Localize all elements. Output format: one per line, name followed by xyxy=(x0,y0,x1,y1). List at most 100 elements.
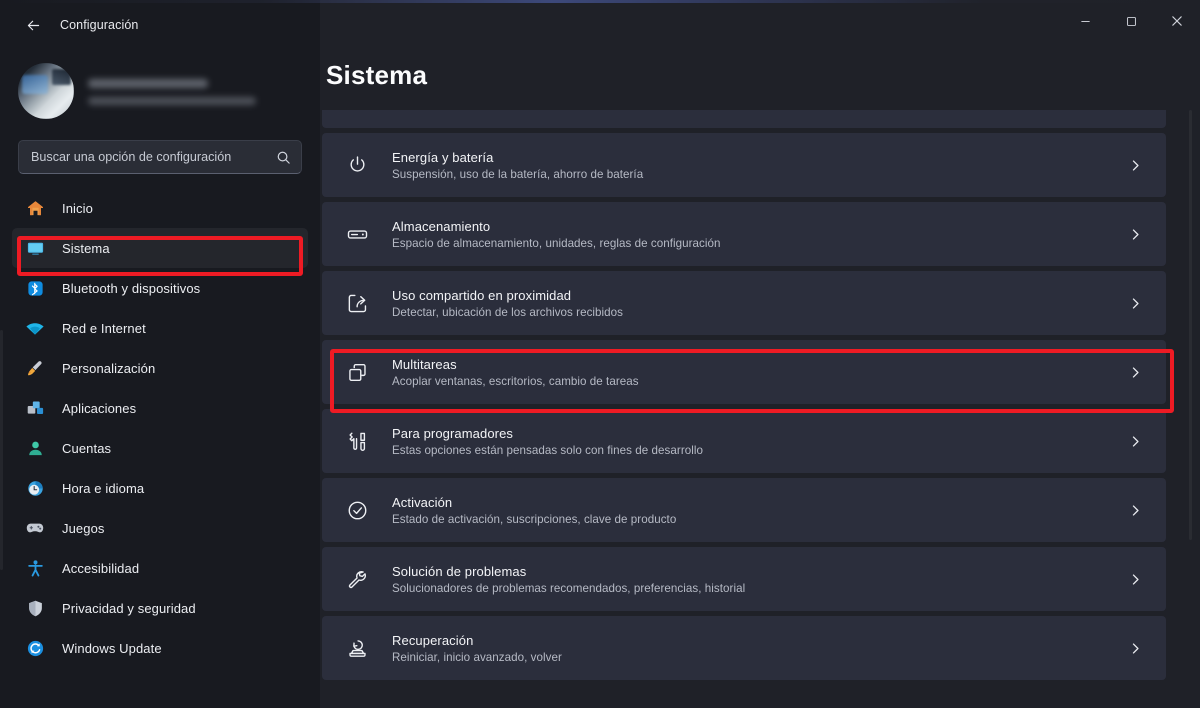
sidebar-item-bluetooth[interactable]: Bluetooth y dispositivos xyxy=(12,268,308,308)
system-icon xyxy=(24,237,46,259)
row-subtitle: Estado de activación, suscripciones, cla… xyxy=(392,512,677,526)
sidebar-item-label: Accesibilidad xyxy=(62,560,140,576)
settings-window: Inicio Sistema xyxy=(0,0,1200,708)
row-title: Uso compartido en proximidad xyxy=(392,287,572,303)
row-subtitle: Reiniciar, inicio avanzado, volver xyxy=(392,650,562,664)
chevron-right-icon xyxy=(1129,504,1148,517)
sidebar-item-label: Personalización xyxy=(62,360,156,376)
search-input[interactable] xyxy=(31,150,276,164)
avatar xyxy=(18,63,74,119)
row-almacenamiento[interactable]: Almacenamiento Espacio de almacenamiento… xyxy=(322,202,1166,266)
sidebar-item-cuentas[interactable]: Cuentas xyxy=(12,428,308,468)
wifi-icon xyxy=(24,317,46,339)
chevron-right-icon xyxy=(1129,159,1148,172)
chevron-right-icon xyxy=(1129,642,1148,655)
minimize-button[interactable] xyxy=(1062,0,1108,46)
sidebar-item-label: Bluetooth y dispositivos xyxy=(62,280,201,296)
chevron-right-icon xyxy=(1129,435,1148,448)
recovery-icon xyxy=(344,635,370,661)
sidebar-item-label: Juegos xyxy=(62,520,105,536)
row-title: Recuperación xyxy=(392,632,474,648)
chevron-right-icon xyxy=(1129,573,1148,586)
row-subtitle: Suspensión, uso de la batería, ahorro de… xyxy=(392,167,644,181)
chevron-right-icon xyxy=(1129,297,1148,310)
apps-icon xyxy=(24,397,46,419)
chevron-right-icon xyxy=(1129,228,1148,241)
partial-row-above[interactable] xyxy=(322,110,1166,128)
row-subtitle: Espacio de almacenamiento, unidades, reg… xyxy=(392,236,721,250)
sidebar-item-label: Inicio xyxy=(62,200,93,216)
storage-icon xyxy=(344,221,370,247)
shield-icon xyxy=(24,597,46,619)
bluetooth-icon xyxy=(24,277,46,299)
sidebar-item-privacidad[interactable]: Privacidad y seguridad xyxy=(12,588,308,628)
row-recuperacion[interactable]: Recuperación Reiniciar, inicio avanzado,… xyxy=(322,616,1166,680)
row-energia-y-bateria[interactable]: Energía y batería Suspensión, uso de la … xyxy=(322,133,1166,197)
minimize-icon xyxy=(1080,14,1091,32)
row-subtitle: Solucionadores de problemas recomendados… xyxy=(392,581,746,595)
multitasking-icon xyxy=(344,359,370,385)
page-title: Sistema xyxy=(326,60,428,90)
main-content: Sistema Energía y batería Suspensión, us… xyxy=(320,0,1200,708)
account-email-redacted xyxy=(88,97,256,105)
window-body: Inicio Sistema xyxy=(0,0,1200,708)
sidebar-item-label: Red e Internet xyxy=(62,320,146,336)
sidebar-item-red-internet[interactable]: Red e Internet xyxy=(12,308,308,348)
row-title: Multitareas xyxy=(392,356,457,372)
sidebar-item-accesibilidad[interactable]: Accesibilidad xyxy=(12,548,308,588)
row-subtitle: Acoplar ventanas, escritorios, cambio de… xyxy=(392,374,639,388)
sidebar-item-inicio[interactable]: Inicio xyxy=(12,188,308,228)
sidebar-nav: Inicio Sistema Bluetooth y dispositivos … xyxy=(0,188,320,668)
maximize-icon xyxy=(1126,14,1137,32)
window-controls xyxy=(1062,0,1200,46)
sidebar: Inicio Sistema xyxy=(0,0,320,708)
row-text: Uso compartido en proximidad Detectar, u… xyxy=(392,288,1129,319)
settings-list: Energía y batería Suspensión, uso de la … xyxy=(320,110,1190,680)
row-title: Para programadores xyxy=(392,425,514,441)
row-solucion-de-problemas[interactable]: Solución de problemas Solucionadores de … xyxy=(322,547,1166,611)
account-icon xyxy=(24,437,46,459)
row-title: Almacenamiento xyxy=(392,218,491,234)
row-uso-compartido-proximidad[interactable]: Uso compartido en proximidad Detectar, u… xyxy=(322,271,1166,335)
sidebar-item-label: Cuentas xyxy=(62,440,112,456)
back-arrow-icon xyxy=(25,17,42,34)
close-icon xyxy=(1171,14,1183,32)
developer-tools-icon xyxy=(344,428,370,454)
search-icon xyxy=(276,150,291,165)
sidebar-item-label: Privacidad y seguridad xyxy=(62,600,196,616)
sidebar-item-sistema[interactable]: Sistema xyxy=(12,228,308,268)
update-icon xyxy=(24,637,46,659)
sidebar-item-juegos[interactable]: Juegos xyxy=(12,508,308,548)
back-button[interactable] xyxy=(16,9,50,41)
chevron-right-icon xyxy=(1129,366,1148,379)
row-text: Almacenamiento Espacio de almacenamiento… xyxy=(392,219,1129,250)
maximize-button[interactable] xyxy=(1108,0,1154,46)
row-activacion[interactable]: Activación Estado de activación, suscrip… xyxy=(322,478,1166,542)
app-title: Configuración xyxy=(60,18,139,32)
sidebar-item-hora-idioma[interactable]: Hora e idioma xyxy=(12,468,308,508)
home-icon xyxy=(24,197,46,219)
clock-icon xyxy=(24,477,46,499)
power-icon xyxy=(344,152,370,178)
sidebar-item-personalizacion[interactable]: Personalización xyxy=(12,348,308,388)
account-name-redacted xyxy=(88,79,208,88)
wrench-icon xyxy=(344,566,370,592)
row-text: Multitareas Acoplar ventanas, escritorio… xyxy=(392,357,1129,388)
close-button[interactable] xyxy=(1154,0,1200,46)
title-bar: Configuración xyxy=(0,0,1200,50)
row-multitareas[interactable]: Multitareas Acoplar ventanas, escritorio… xyxy=(322,340,1166,404)
sidebar-item-windows-update[interactable]: Windows Update xyxy=(12,628,308,668)
search-box[interactable] xyxy=(18,140,302,174)
row-subtitle: Estas opciones están pensadas solo con f… xyxy=(392,443,703,457)
row-text: Solución de problemas Solucionadores de … xyxy=(392,564,1129,595)
row-text: Recuperación Reiniciar, inicio avanzado,… xyxy=(392,633,1129,664)
nearby-share-icon xyxy=(344,290,370,316)
row-text: Activación Estado de activación, suscrip… xyxy=(392,495,1129,526)
row-text: Para programadores Estas opciones están … xyxy=(392,426,1129,457)
sidebar-scrollbar[interactable] xyxy=(0,330,3,570)
sidebar-item-label: Aplicaciones xyxy=(62,400,137,416)
sidebar-item-aplicaciones[interactable]: Aplicaciones xyxy=(12,388,308,428)
gamepad-icon xyxy=(24,517,46,539)
account-profile[interactable] xyxy=(0,50,320,124)
row-para-programadores[interactable]: Para programadores Estas opciones están … xyxy=(322,409,1166,473)
